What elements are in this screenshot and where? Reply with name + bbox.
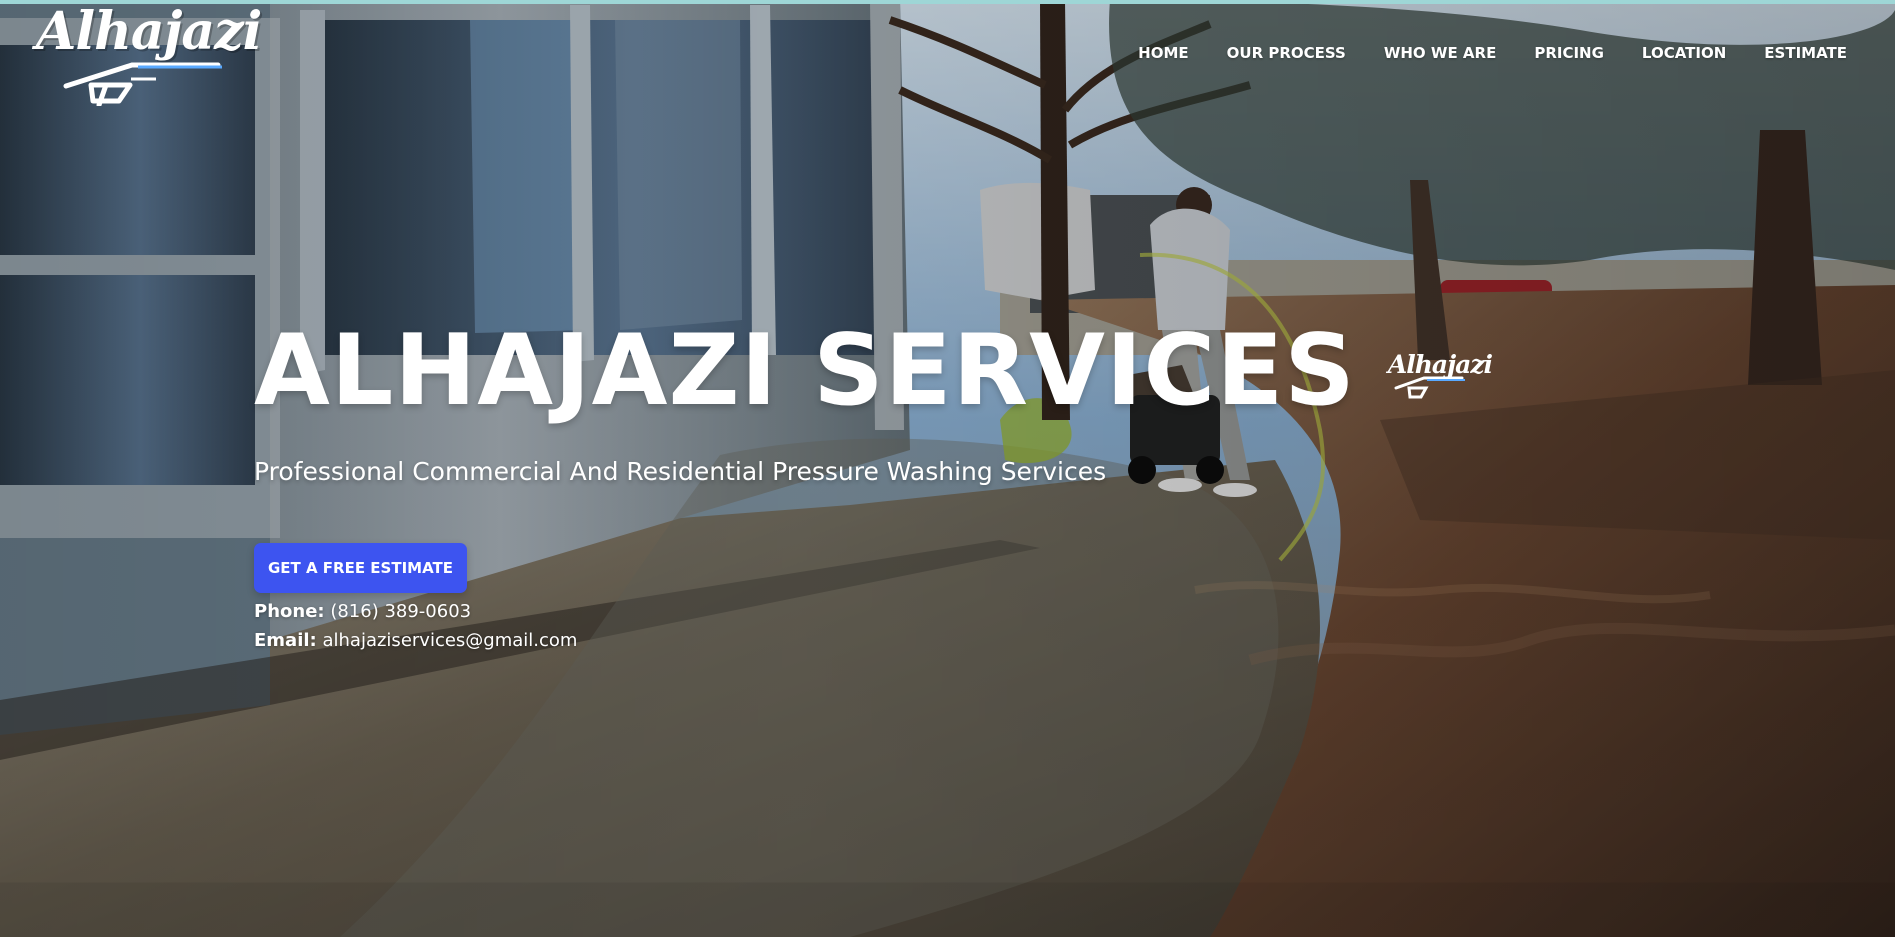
mini-logo-text: Alhajazi [1387,350,1493,379]
hero-content: ALHAJAZI SERVICES Alhajazi Professional … [254,314,1493,652]
hero-title-row: ALHAJAZI SERVICES Alhajazi [254,314,1493,428]
free-estimate-button[interactable]: GET A FREE ESTIMATE [254,543,467,593]
top-accent-line [0,0,1895,4]
email-address[interactable]: alhajaziservices@gmail.com [322,630,577,651]
email-label: Email: [254,630,317,651]
email-contact: Email: alhajaziservices@gmail.com [254,630,1454,652]
hero-title: ALHAJAZI SERVICES [254,314,1356,428]
phone-contact: Phone: (816) 389-0603 [254,601,1454,623]
hero-subtitle: Professional Commercial And Residential … [254,457,1107,486]
nav-home-link[interactable]: HOME [1138,43,1188,63]
phone-label: Phone: [254,601,325,622]
main-navigation: HOME OUR PROCESS WHO WE ARE PRICING LOCA… [1138,43,1847,63]
landing-page: Alhajazi HOME OUR PROCESS WHO WE ARE PRI… [0,0,1895,937]
nav-location-link[interactable]: LOCATION [1642,43,1726,63]
pressure-washer-gun-icon [63,62,222,106]
nav-estimate-link[interactable]: ESTIMATE [1764,43,1847,63]
nav-who-we-are-link[interactable]: WHO WE ARE [1384,43,1497,63]
company-logo-link[interactable]: Alhajazi [30,4,262,106]
company-logo-text: Alhajazi [36,1,262,62]
mini-pressure-washer-icon [1394,376,1465,399]
nav-pricing-link[interactable]: PRICING [1534,43,1604,63]
phone-number[interactable]: (816) 389-0603 [330,601,471,622]
nav-our-process-link[interactable]: OUR PROCESS [1227,43,1346,63]
mini-brand-logo: Alhajazi [1382,348,1493,406]
